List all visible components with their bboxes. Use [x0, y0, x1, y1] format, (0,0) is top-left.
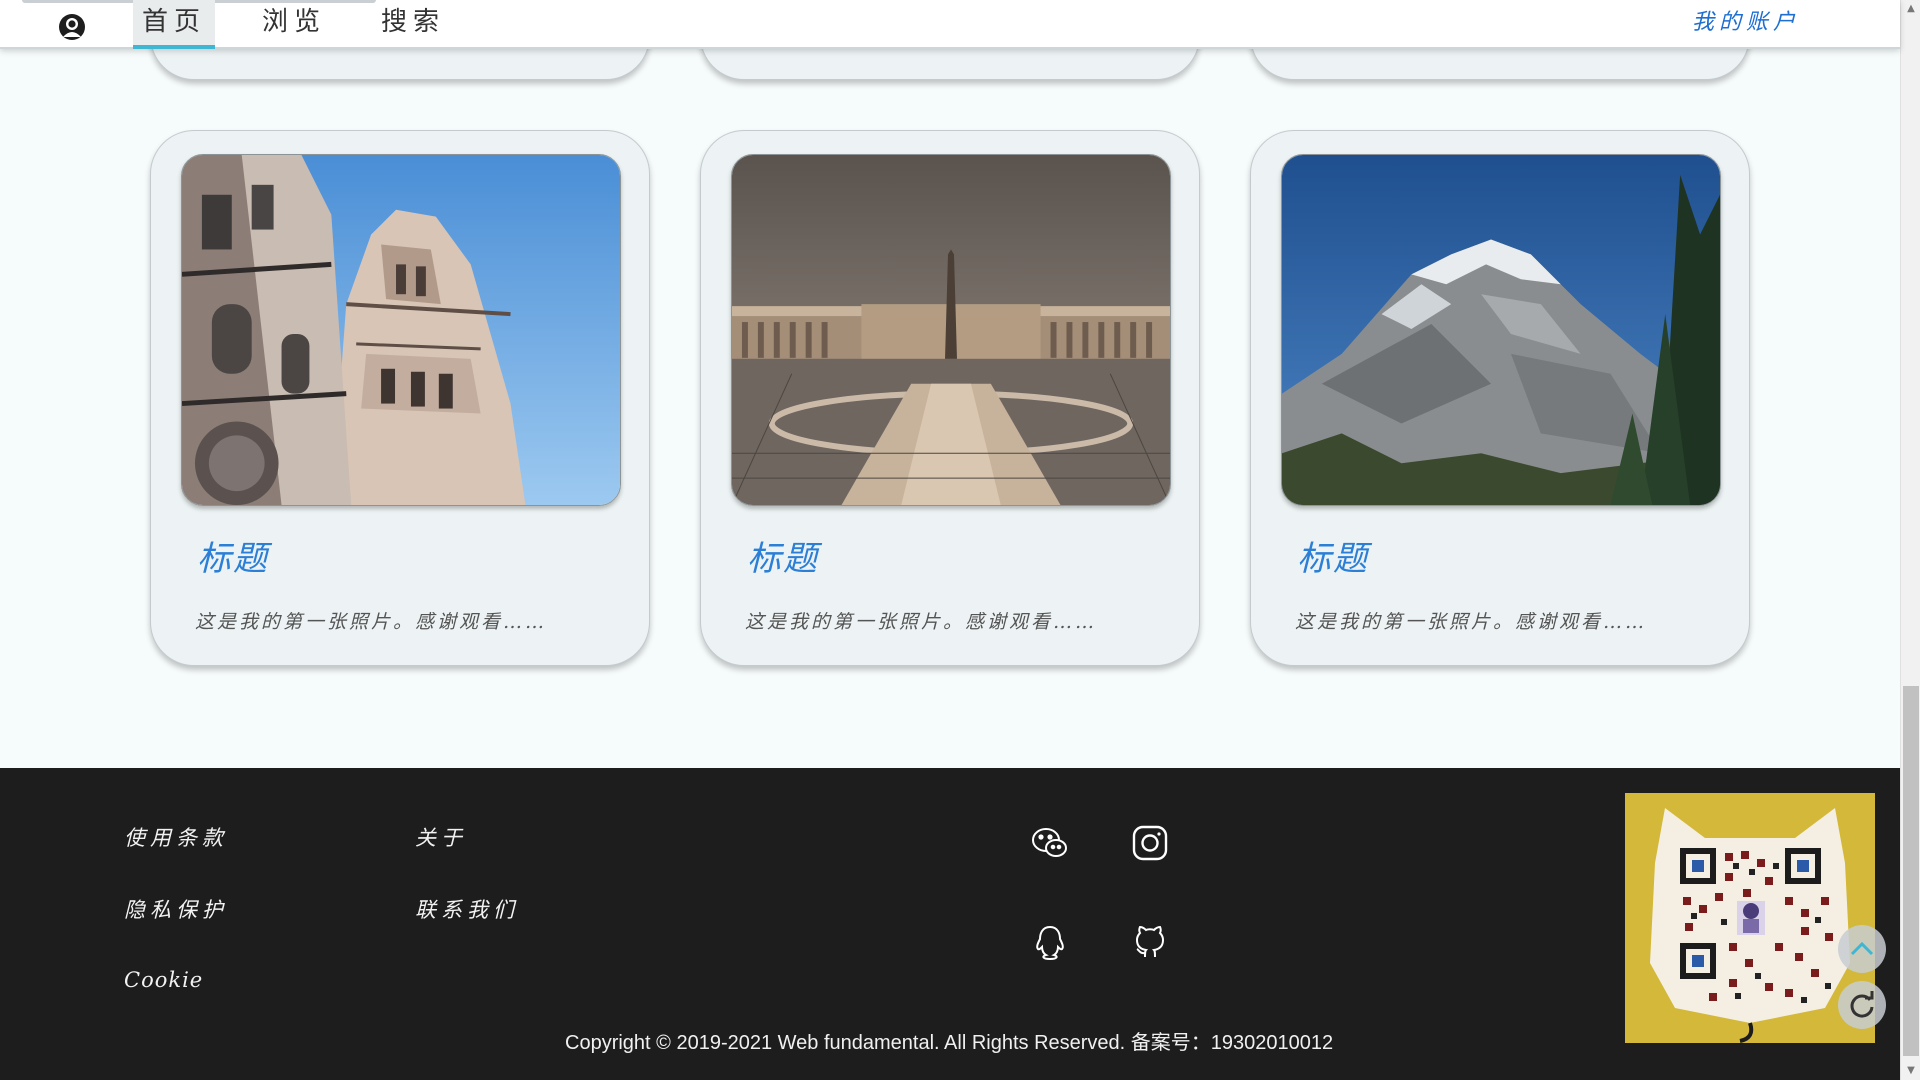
tab-search[interactable]: 搜索	[372, 0, 454, 49]
instagram-icon[interactable]	[1130, 823, 1170, 863]
footer-link-cookie[interactable]: Cookie	[124, 968, 203, 992]
footer-link-terms[interactable]: 使用条款	[124, 822, 228, 852]
qq-icon[interactable]	[1030, 923, 1070, 963]
card-description: 这是我的第一张照片。感谢观看……	[1295, 611, 1648, 633]
footer-link-contact[interactable]: 联系我们	[415, 894, 519, 924]
scroll-down-arrow[interactable]: ▼	[1901, 1062, 1920, 1080]
wechat-icon[interactable]	[1030, 823, 1070, 863]
card-description: 这是我的第一张照片。感谢观看……	[195, 611, 548, 633]
card-title[interactable]: 标题	[747, 531, 819, 580]
scroll-to-top-icon[interactable]	[1838, 925, 1886, 973]
copyright-text: Copyright © 2019-2021 Web fundamental. A…	[565, 1032, 1334, 1054]
github-icon[interactable]	[1130, 923, 1170, 963]
footer-link-privacy[interactable]: 隐私保护	[124, 894, 228, 924]
scroll-thumb[interactable]	[1903, 686, 1919, 1056]
user-avatar-icon[interactable]	[58, 13, 86, 41]
photo-card[interactable]: 标题 这是我的第一张照片。感谢观看……	[150, 130, 650, 666]
card-description: 这是我的第一张照片。感谢观看……	[745, 611, 1098, 633]
my-account-link[interactable]: 我的账户	[1692, 0, 1800, 46]
footer-link-about[interactable]: 关于	[415, 822, 467, 852]
card-title[interactable]: 标题	[1297, 531, 1369, 580]
card-image-plaza[interactable]	[731, 154, 1171, 506]
card-image-mountain[interactable]	[1281, 154, 1721, 506]
scroll-up-arrow[interactable]: ▲	[1901, 0, 1920, 18]
top-navbar: 首页 浏览 搜索 我的账户	[0, 0, 1900, 49]
page-scrollbar[interactable]: ▲ ▼	[1900, 0, 1920, 1080]
card-image-cathedral[interactable]	[181, 154, 621, 506]
tab-browse[interactable]: 浏览	[253, 0, 335, 49]
photo-card[interactable]: 标题 这是我的第一张照片。感谢观看……	[700, 130, 1200, 666]
tab-home[interactable]: 首页	[133, 0, 215, 49]
site-footer: 使用条款 隐私保护 Cookie 关于 联系我们 Copyright © 201…	[0, 768, 1900, 1080]
card-title[interactable]: 标题	[197, 531, 269, 580]
refresh-icon[interactable]	[1838, 981, 1886, 1029]
photo-card[interactable]: 标题 这是我的第一张照片。感谢观看……	[1250, 130, 1750, 666]
